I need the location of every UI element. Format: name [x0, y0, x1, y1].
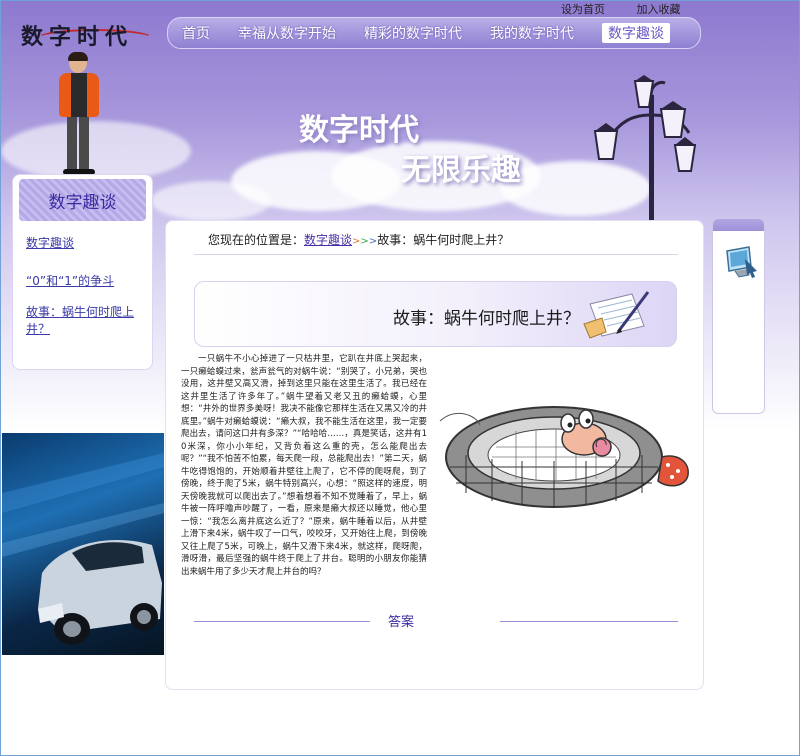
breadcrumb: 您现在的位置是：数字趣谈>>>故事：蜗牛何时爬上井？ — [208, 231, 509, 248]
main-nav: 首页 幸福从数字开始 精彩的数字时代 我的数字时代 数字趣谈 — [167, 17, 701, 49]
answer-button[interactable]: 答案 — [388, 611, 414, 630]
top-links: 设为首页 加入收藏 — [561, 1, 709, 17]
logo-text: 数字时代 — [21, 24, 134, 50]
nav-item-my-era[interactable]: 我的数字时代 — [490, 23, 574, 43]
breadcrumb-current: 故事：蜗牛何时爬上井？ — [377, 233, 510, 247]
computer-monitor-icon[interactable] — [725, 245, 759, 279]
sidebar-link-zero-one[interactable]: “0”和“1”的争斗 — [26, 273, 152, 290]
site-logo[interactable]: 数字时代 — [15, 19, 165, 50]
article-body: 一只蜗牛不小心掉进了一只枯井里，它趴在井底上哭起来，一只癞蛤蟆过来，瓮声瓮气的对… — [181, 354, 427, 577]
car-illustration — [2, 453, 164, 645]
snail-in-well-illustration — [439, 406, 689, 508]
street-lamp-icon — [593, 75, 697, 221]
sidebar: 数字趣谈 数字趣谈 “0”和“1”的争斗 故事：蜗牛何时爬上井？ — [12, 174, 153, 370]
right-sidebar-box — [712, 218, 765, 414]
breadcrumb-prefix: 您现在的位置是： — [208, 233, 305, 247]
sidebar-link-snail-story[interactable]: 故事：蜗牛何时爬上井？ — [26, 304, 142, 338]
nav-item-home[interactable]: 首页 — [182, 23, 210, 43]
answer-row: 答案 — [194, 611, 678, 631]
page-frame: 设为首页 加入收藏 数字时代 首页 幸福从数字开始 精彩的数字时代 我的数字时代… — [0, 0, 800, 756]
answer-line-left — [194, 621, 370, 622]
set-home-link[interactable]: 设为首页 — [561, 3, 605, 16]
boy-figure — [57, 52, 101, 177]
answer-line-right — [500, 621, 678, 622]
breadcrumb-arrows: >>> — [352, 236, 378, 247]
sidebar-link-digital-talk[interactable]: 数字趣谈 — [26, 235, 152, 252]
notepad-pen-icon — [583, 291, 650, 339]
right-box-header — [713, 219, 764, 231]
breadcrumb-divider — [194, 254, 678, 255]
article-title-box: 故事：蜗牛何时爬上井？ — [194, 281, 677, 347]
add-favorite-link[interactable]: 加入收藏 — [637, 3, 681, 16]
main-content: 您现在的位置是：数字趣谈>>>故事：蜗牛何时爬上井？ 故事：蜗牛何时爬上井？ 一… — [165, 220, 704, 690]
article-title: 故事：蜗牛何时爬上井？ — [393, 309, 580, 329]
nav-item-wonderful-era[interactable]: 精彩的数字时代 — [364, 23, 462, 43]
sidebar-title: 数字趣谈 — [19, 179, 146, 221]
cloud — [151, 181, 271, 221]
nav-item-digital-talk[interactable]: 数字趣谈 — [602, 23, 670, 43]
nav-item-happiness[interactable]: 幸福从数字开始 — [238, 23, 336, 43]
breadcrumb-link-digital-talk[interactable]: 数字趣谈 — [304, 233, 352, 247]
banner-line-2: 无限乐趣 — [401, 153, 521, 188]
car-image — [2, 433, 164, 655]
banner-line-1: 数字时代 — [299, 113, 419, 148]
